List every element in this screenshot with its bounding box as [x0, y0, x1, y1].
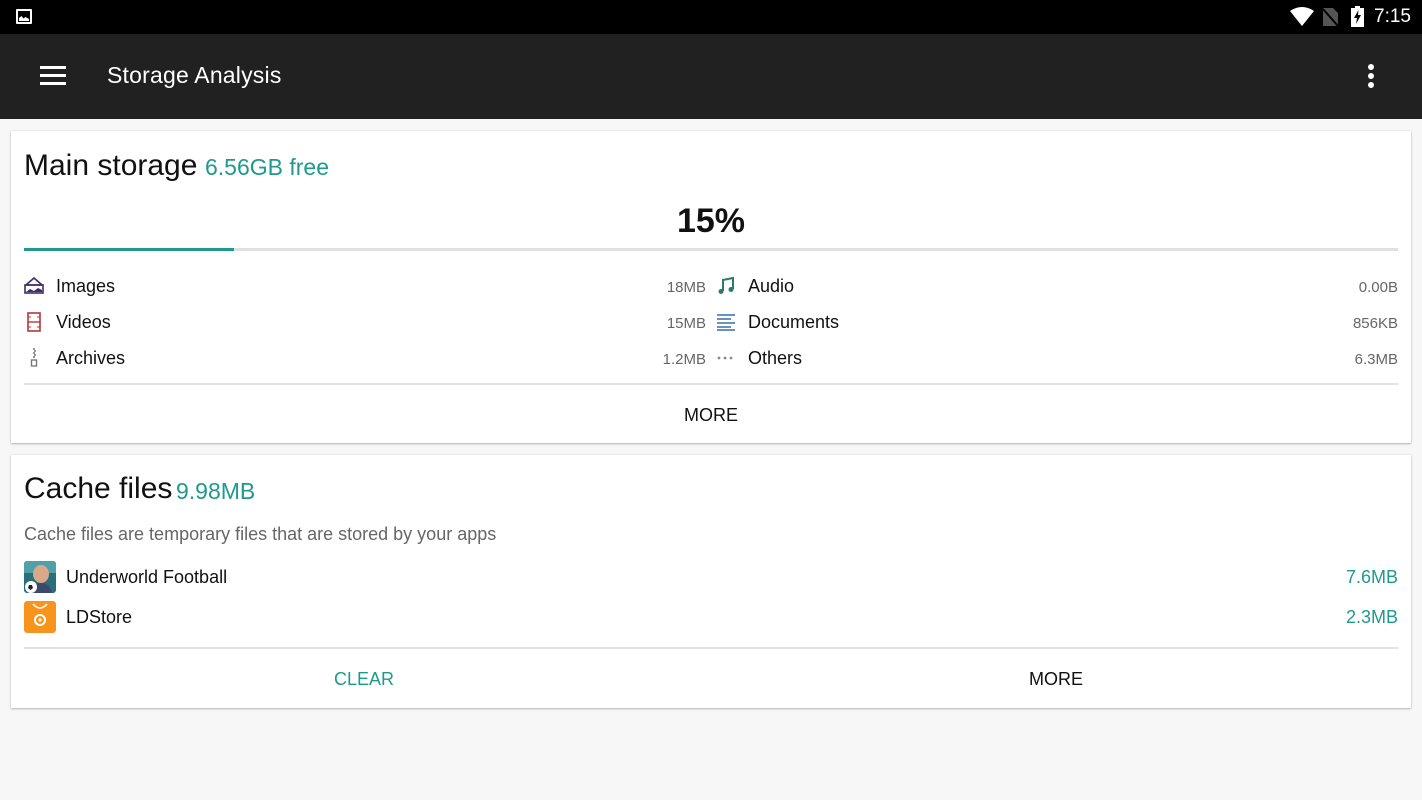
storage-progress-fill	[24, 248, 235, 251]
status-bar: 7:15	[0, 0, 1422, 34]
cache-more-button[interactable]: MORE	[703, 669, 1409, 690]
page-title: Storage Analysis	[107, 62, 282, 88]
category-size: 856KB	[1352, 315, 1398, 332]
category-others[interactable]: Others 6.3MB	[716, 345, 1398, 373]
main-storage-card: Main storage 6.56GB free 15% Images 18MB…	[11, 131, 1411, 443]
category-documents[interactable]: Documents 856KB	[716, 309, 1398, 337]
battery-charging-icon	[1351, 6, 1364, 27]
category-label: Archives	[56, 348, 126, 368]
ldstore-app-icon	[24, 601, 56, 633]
category-videos[interactable]: Videos 15MB	[24, 309, 706, 337]
clear-cache-button[interactable]: CLEAR	[11, 669, 717, 690]
category-audio[interactable]: Audio 0.00B	[716, 273, 1398, 301]
category-archives[interactable]: Archives 1.2MB	[24, 345, 706, 373]
wifi-icon	[1290, 7, 1314, 26]
app-bar: Storage Analysis	[0, 34, 1422, 119]
free-space-label: 6.56GB free	[205, 154, 330, 180]
category-size: 15MB	[666, 315, 706, 332]
archive-zip-icon	[30, 348, 38, 367]
document-lines-icon	[717, 314, 735, 331]
cache-total-size: 9.98MB	[176, 478, 256, 504]
storage-more-button[interactable]: MORE	[11, 405, 1411, 426]
music-note-icon	[718, 276, 734, 294]
category-label: Videos	[56, 312, 111, 332]
category-label: Images	[56, 276, 116, 296]
more-vert-icon[interactable]	[1358, 64, 1384, 90]
hamburger-menu-icon[interactable]	[40, 66, 66, 86]
gallery-notification-icon	[16, 9, 32, 24]
category-size: 18MB	[666, 279, 706, 296]
cache-app-row[interactable]: Underworld Football 7.6MB	[24, 561, 1398, 593]
cache-description: Cache files are temporary files that are…	[24, 524, 497, 544]
image-icon	[24, 276, 44, 294]
category-images[interactable]: Images 18MB	[24, 273, 706, 301]
main-storage-title: Main storage	[24, 149, 198, 182]
more-horiz-icon	[717, 356, 733, 360]
cache-app-row[interactable]: LDStore 2.3MB	[24, 601, 1398, 633]
category-size: 6.3MB	[1354, 351, 1398, 368]
storage-progress-bar	[24, 248, 1398, 251]
category-size: 1.2MB	[662, 351, 706, 368]
video-film-icon	[27, 312, 41, 332]
divider	[24, 383, 1398, 385]
cache-files-title: Cache files	[24, 472, 173, 505]
app-name: LDStore	[66, 607, 133, 627]
usage-percent: 15%	[676, 202, 746, 240]
divider	[24, 647, 1398, 649]
clock: 7:15	[1374, 6, 1411, 27]
app-cache-size: 2.3MB	[1345, 607, 1398, 627]
category-label: Documents	[748, 312, 840, 332]
app-cache-size: 7.6MB	[1345, 567, 1398, 587]
app-name: Underworld Football	[66, 567, 228, 587]
category-label: Audio	[748, 276, 795, 296]
category-size: 0.00B	[1358, 279, 1398, 296]
category-label: Others	[748, 348, 803, 368]
underworld-football-app-icon	[24, 561, 56, 593]
cache-files-card: Cache files 9.98MB Cache files are tempo…	[11, 455, 1411, 708]
no-sim-icon	[1323, 8, 1338, 26]
